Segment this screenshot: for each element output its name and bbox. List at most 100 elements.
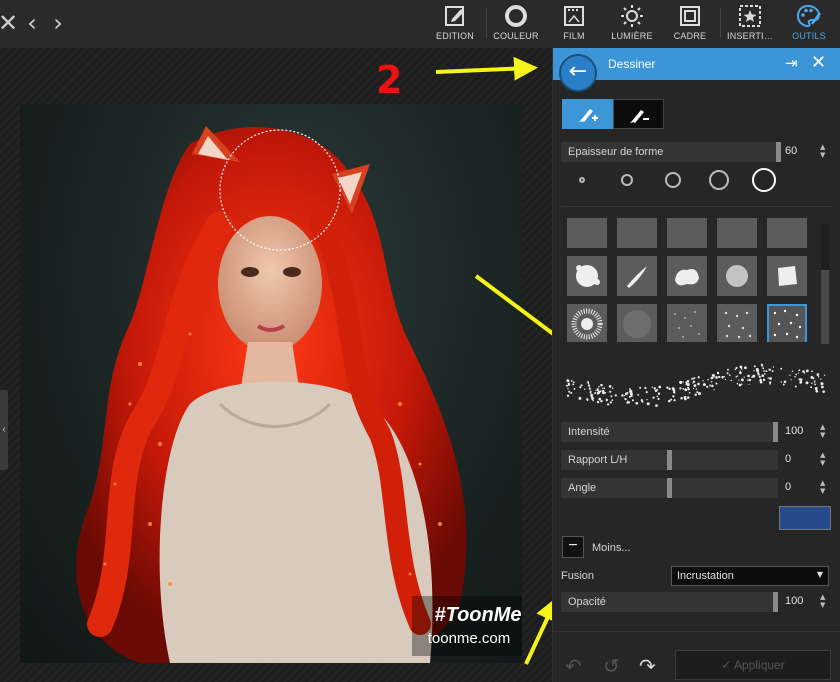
angle-slider[interactable]: Angle 0 ▲ ▼: [561, 478, 829, 498]
tool-outils-button[interactable]: OUTILS: [786, 4, 832, 46]
sparkle-dot: [747, 379, 749, 381]
undo-all-icon[interactable]: ↶: [565, 654, 582, 678]
redo-icon[interactable]: ↷: [639, 654, 656, 678]
undo-icon[interactable]: ↺: [603, 654, 620, 678]
brush-preset[interactable]: [567, 256, 607, 296]
tool-edition-button[interactable]: EDITION: [432, 4, 478, 46]
spinner-arrows-icon[interactable]: ▲ ▼: [820, 143, 825, 159]
back-arrow-icon[interactable]: ‹: [22, 10, 42, 36]
size-preset-4[interactable]: [709, 170, 729, 190]
sparkle-dot: [626, 401, 628, 404]
less-options-label[interactable]: Moins...: [592, 542, 631, 554]
size-preset-2[interactable]: [621, 174, 633, 186]
sparkle-dot: [753, 370, 755, 372]
side-panel-toggle[interactable]: ‹: [0, 390, 8, 470]
tool-lumiere-button[interactable]: LUMIÈRE: [608, 4, 656, 46]
palette-icon: [796, 4, 822, 28]
size-preset-3[interactable]: [665, 172, 681, 188]
size-preset-1[interactable]: [579, 177, 585, 183]
apply-button[interactable]: ✓ Appliquer: [675, 650, 831, 680]
brush-preset[interactable]: [667, 256, 707, 296]
sparkle-dot: [782, 383, 785, 386]
sparkle-dot: [817, 375, 820, 378]
brush-preset[interactable]: [617, 218, 657, 248]
slider-handle[interactable]: [776, 142, 781, 162]
sparkle-dot: [721, 376, 724, 379]
sparkle-dot: [672, 395, 675, 398]
slider-handle[interactable]: [773, 422, 778, 442]
tool-film-button[interactable]: FILM: [556, 4, 592, 46]
brush-color-swatch[interactable]: [779, 506, 831, 530]
slider-handle[interactable]: [667, 450, 672, 470]
brush-stroke-preview: [561, 354, 833, 418]
close-icon[interactable]: ✕: [0, 10, 18, 36]
sparkle-dot: [570, 380, 573, 382]
tool-cadre-button[interactable]: CADRE: [670, 4, 710, 46]
toolbar-divider: [486, 8, 487, 38]
brush-preset[interactable]: [667, 218, 707, 248]
brush-preset[interactable]: [667, 304, 707, 342]
spinner-arrows-icon[interactable]: ▲ ▼: [820, 593, 825, 609]
size-preset-5[interactable]: [752, 168, 776, 192]
brush-add-button[interactable]: [562, 99, 613, 129]
slider-handle[interactable]: [667, 478, 672, 498]
slider-label: Angle: [568, 482, 597, 494]
spinner-arrows-icon[interactable]: ▲ ▼: [820, 479, 825, 495]
sparkle-dot: [614, 394, 617, 397]
sparkle-dot: [772, 366, 775, 368]
brush-preset[interactable]: [767, 256, 807, 296]
brush-preset[interactable]: [567, 304, 607, 342]
sparkle-dot: [621, 394, 624, 397]
sparkle-dot: [694, 384, 697, 387]
back-button[interactable]: ←: [559, 54, 597, 92]
sparkle-dot: [586, 399, 589, 402]
slider-value[interactable]: 100: [785, 425, 803, 437]
slider-handle[interactable]: [773, 592, 778, 612]
brush-preset-selected[interactable]: [767, 304, 807, 342]
thickness-slider[interactable]: Epaisseur de forme 60 ▲ ▼: [561, 142, 829, 162]
brush-preset[interactable]: [717, 256, 757, 296]
brush-preset[interactable]: [567, 218, 607, 248]
divider: [561, 206, 833, 207]
sparkle-dot: [810, 376, 814, 379]
close-panel-icon[interactable]: ✕: [811, 52, 826, 73]
sparkle-dot: [806, 369, 809, 373]
photo-canvas[interactable]: #ToonMe toonme.com: [20, 104, 522, 663]
slider-value[interactable]: 100: [785, 595, 803, 607]
sparkle-dot: [686, 383, 690, 386]
color-circle-icon: [505, 5, 527, 27]
sparkle-dot: [723, 375, 726, 378]
sparkle-dot: [640, 399, 643, 402]
brush-scrollbar-thumb[interactable]: [821, 270, 829, 344]
brush-erase-button[interactable]: [613, 99, 664, 129]
slider-label: Intensité: [568, 426, 610, 438]
brush-preset[interactable]: [767, 218, 807, 248]
sparkle-dot: [679, 380, 683, 384]
less-options-button[interactable]: −: [562, 536, 584, 558]
slider-value[interactable]: 0: [785, 453, 791, 465]
forward-arrow-icon[interactable]: ›: [48, 10, 68, 36]
tool-insertion-button[interactable]: INSERTI…: [724, 4, 776, 46]
sparkle-dot: [724, 378, 727, 381]
sparkle-dot: [668, 387, 671, 391]
intensity-slider[interactable]: Intensité 100 ▲ ▼: [561, 422, 829, 442]
spinner-arrows-icon[interactable]: ▲ ▼: [820, 451, 825, 467]
sparkle-dot: [740, 378, 744, 382]
brush-preset[interactable]: [717, 304, 757, 342]
sparkle-dot: [610, 395, 613, 398]
sparkle-dot: [697, 376, 700, 379]
brush-preset[interactable]: [617, 304, 657, 342]
tool-couleur-button[interactable]: COULEUR: [491, 4, 541, 46]
slider-value[interactable]: 0: [785, 481, 791, 493]
ratio-slider[interactable]: Rapport L/H 0 ▲ ▼: [561, 450, 829, 470]
spinner-arrows-icon[interactable]: ▲ ▼: [820, 423, 825, 439]
sparkle-dot: [709, 384, 712, 387]
sparkle-dot: [623, 394, 626, 397]
fusion-select[interactable]: Incrustation ▼: [671, 566, 829, 586]
opacity-slider[interactable]: Opacité 100 ▲ ▼: [561, 592, 829, 612]
brush-preset[interactable]: [617, 256, 657, 296]
pin-icon[interactable]: ⇥: [785, 54, 798, 72]
brush-preset[interactable]: [717, 218, 757, 248]
slider-value[interactable]: 60: [785, 145, 797, 157]
sparkle-dot: [598, 385, 600, 388]
